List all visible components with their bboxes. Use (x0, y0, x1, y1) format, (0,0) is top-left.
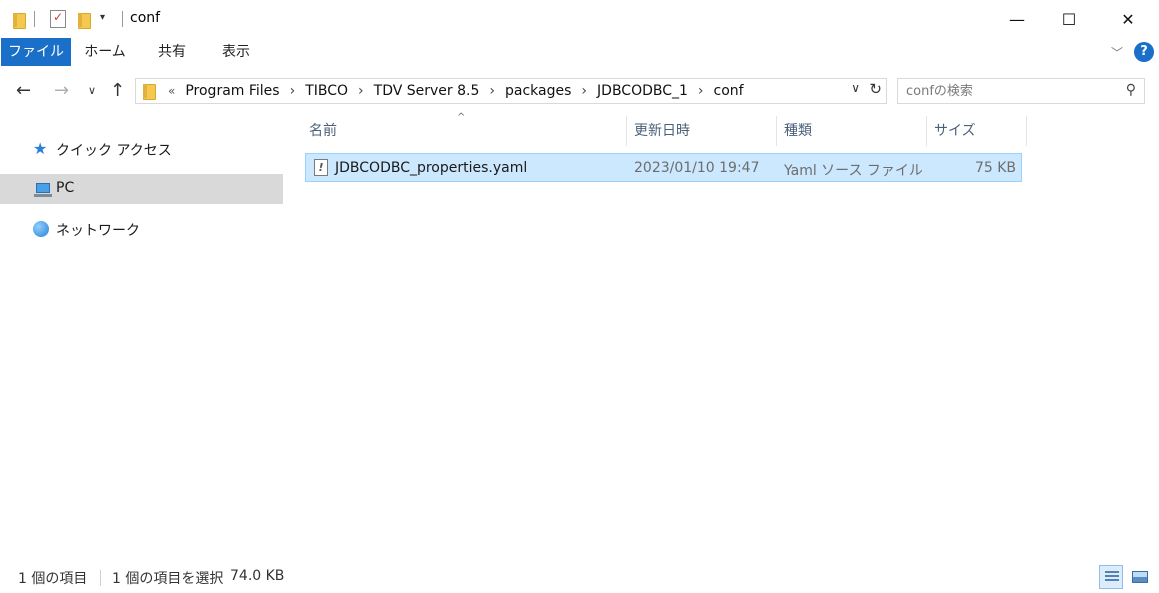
overflow-chevron-icon[interactable]: « (168, 84, 175, 98)
tab-share[interactable]: 共有 (148, 38, 196, 66)
address-dropdown-icon[interactable]: ∨ (851, 81, 860, 95)
breadcrumb-program-files[interactable]: Program Files (185, 83, 279, 99)
refresh-icon[interactable]: ↻ (869, 80, 882, 98)
column-header-type[interactable]: 種類 (780, 114, 925, 148)
divider (34, 11, 35, 27)
breadcrumb-separator-icon[interactable]: › (489, 83, 495, 99)
sidebar-item-quick-access[interactable]: ★ クイック アクセス (0, 134, 283, 164)
tab-view[interactable]: 表示 (212, 38, 260, 66)
column-divider[interactable] (1026, 116, 1027, 146)
maximize-button[interactable]: ☐ (1044, 0, 1094, 38)
breadcrumb-jdbcodbc[interactable]: JDBCODBC_1 (597, 83, 688, 99)
file-modified: 2023/01/10 19:47 (634, 160, 760, 176)
sidebar-item-network[interactable]: ネットワーク (0, 214, 283, 244)
new-folder-icon[interactable] (77, 9, 91, 31)
recent-locations-chevron-icon[interactable]: ∨ (88, 84, 96, 97)
column-divider[interactable] (926, 116, 927, 146)
expand-ribbon-chevron-icon[interactable]: ﹀ (1111, 44, 1123, 61)
star-icon: ★ (33, 139, 48, 158)
breadcrumb-separator-icon[interactable]: › (698, 83, 704, 99)
navigation-pane: ★ クイック アクセス PC ネットワーク (0, 128, 283, 548)
close-button[interactable]: ✕ (1103, 0, 1153, 38)
sidebar-item-pc[interactable]: PC (0, 174, 283, 204)
sidebar-item-label: ネットワーク (56, 223, 140, 239)
breadcrumb-packages[interactable]: packages (505, 83, 571, 99)
tab-file[interactable]: ファイル (1, 38, 71, 66)
status-bar: 1 個の項目 1 個の項目を選択 74.0 KB (0, 565, 1159, 589)
file-name[interactable]: JDBCODBC_properties.yaml (335, 160, 527, 176)
breadcrumb-tibco[interactable]: TIBCO (305, 83, 348, 99)
folder-icon (12, 9, 26, 31)
forward-arrow-icon[interactable]: → (54, 80, 69, 101)
ribbon-tabs: ファイル ホーム 共有 表示 ﹀ ? (0, 38, 1159, 67)
help-icon[interactable]: ? (1134, 42, 1154, 62)
item-count: 1 個の項目 (18, 571, 88, 587)
column-header-size[interactable]: サイズ (930, 114, 1025, 148)
up-arrow-icon[interactable]: ↑ (110, 80, 125, 101)
quick-access-dropdown-icon[interactable]: ▾ (100, 12, 105, 23)
breadcrumb-separator-icon[interactable]: › (358, 83, 364, 99)
search-icon[interactable]: ⚲ (1126, 82, 1136, 98)
selection-count: 1 個の項目を選択 (112, 571, 224, 587)
column-divider[interactable] (626, 116, 627, 146)
breadcrumb-conf[interactable]: conf (714, 83, 744, 99)
minimize-button[interactable]: — (992, 0, 1042, 38)
selection-size: 74.0 KB (230, 568, 285, 584)
window-title: conf (130, 10, 161, 26)
sidebar-item-label: クイック アクセス (56, 143, 172, 159)
file-list: ^ 名前 更新日時 種類 サイズ ! JDBCODBC_properties.y… (305, 112, 1145, 542)
large-icons-view-icon (1132, 571, 1148, 583)
pc-icon (34, 183, 52, 197)
search-input[interactable] (906, 82, 1116, 100)
table-row[interactable]: ! JDBCODBC_properties.yaml 2023/01/10 19… (305, 153, 1022, 182)
column-header-modified[interactable]: 更新日時 (630, 114, 775, 148)
back-arrow-icon[interactable]: ← (16, 80, 31, 101)
column-divider[interactable] (776, 116, 777, 146)
tab-home[interactable]: ホーム (78, 38, 132, 66)
details-view-icon (1105, 571, 1119, 583)
large-icons-view-button[interactable] (1127, 565, 1151, 589)
divider (100, 570, 101, 586)
sidebar-item-label: PC (56, 180, 75, 196)
network-icon (33, 221, 49, 237)
address-bar[interactable]: « Program Files › TIBCO › TDV Server 8.5… (135, 78, 887, 104)
breadcrumb-separator-icon[interactable]: › (581, 83, 587, 99)
title-bar: ▾ conf — ☐ ✕ (0, 0, 1159, 38)
divider (122, 11, 123, 27)
column-header-name[interactable]: 名前 (305, 114, 625, 148)
details-view-button[interactable] (1099, 565, 1123, 589)
properties-icon[interactable] (50, 10, 66, 28)
search-box[interactable]: ⚲ (897, 78, 1145, 104)
breadcrumb-separator-icon[interactable]: › (290, 83, 296, 99)
folder-icon (142, 83, 156, 100)
file-type: Yaml ソース ファイル (784, 163, 923, 179)
navigation-bar: ← → ∨ ↑ « Program Files › TIBCO › TDV Se… (0, 70, 1159, 112)
yaml-file-icon: ! (314, 159, 328, 176)
file-size: 75 KB (974, 160, 1016, 176)
breadcrumb-tdv-server[interactable]: TDV Server 8.5 (374, 83, 480, 99)
